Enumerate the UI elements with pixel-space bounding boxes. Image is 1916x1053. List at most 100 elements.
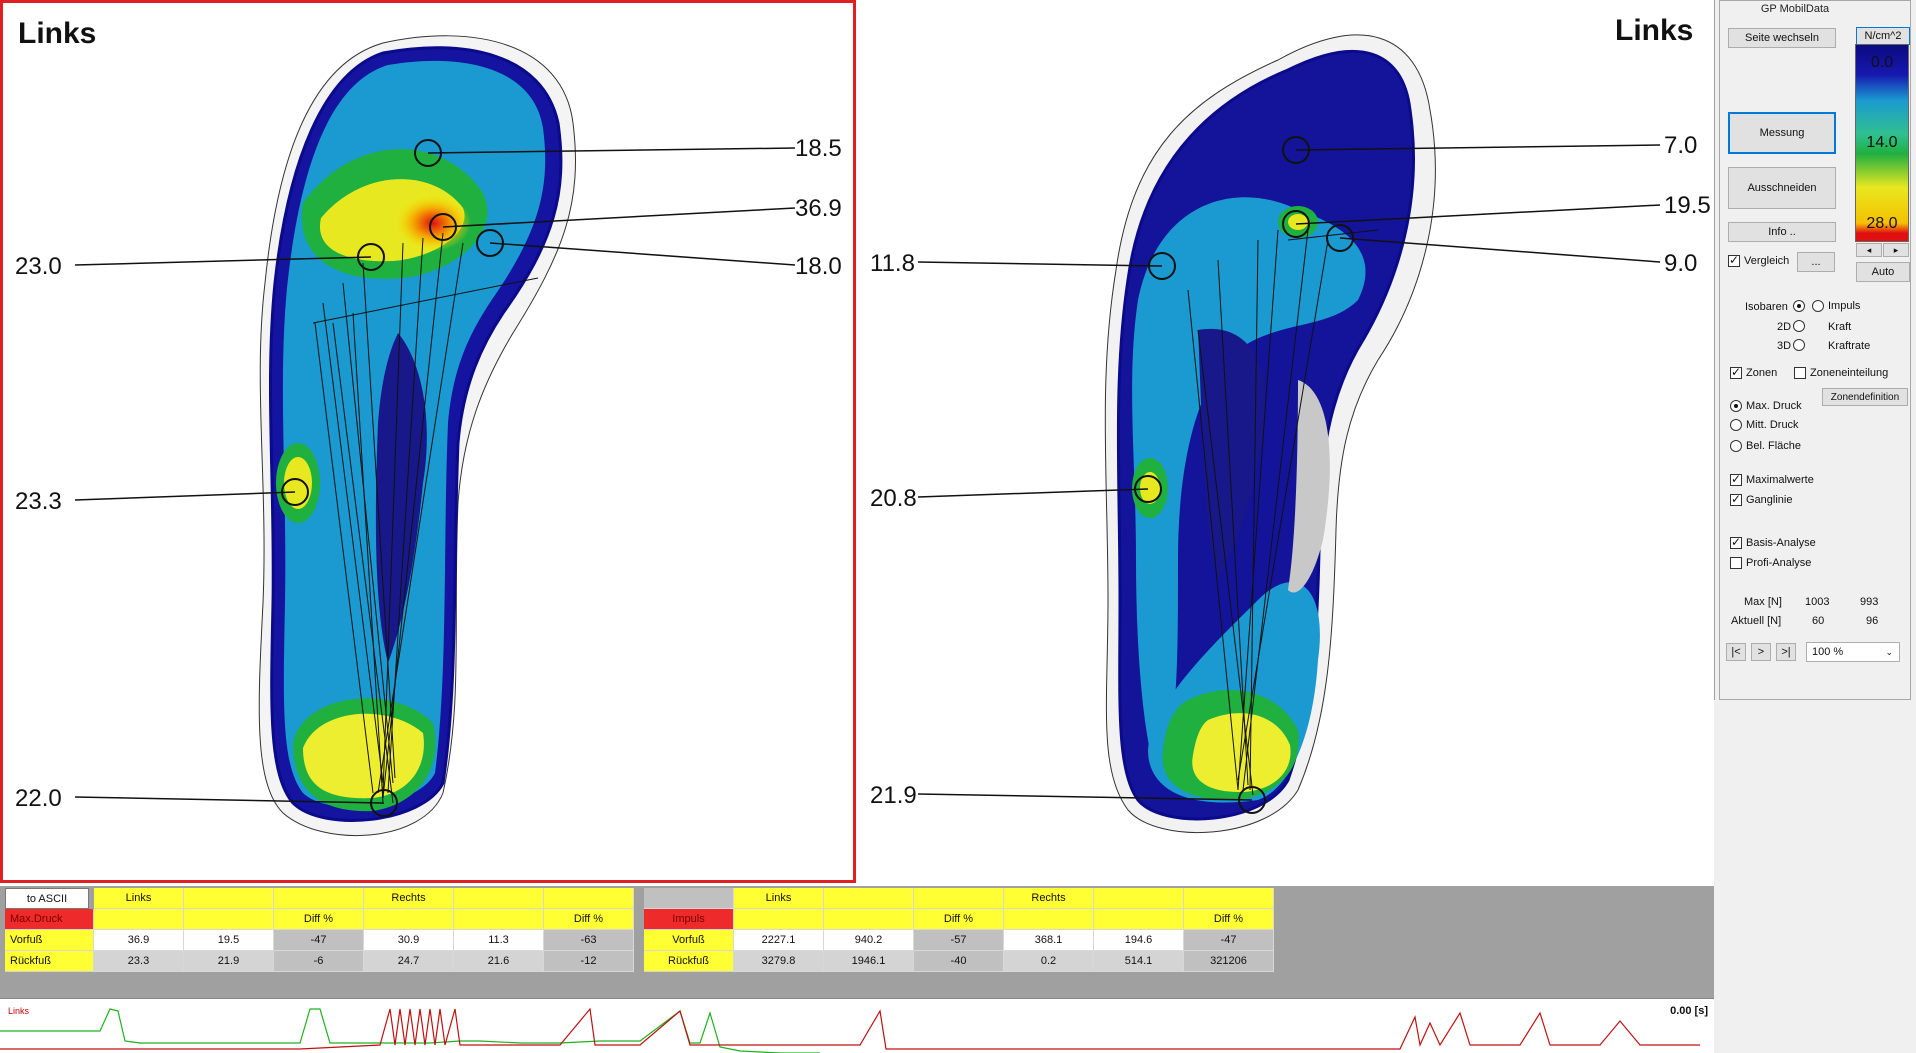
auto-button[interactable]: Auto bbox=[1856, 262, 1910, 282]
basis-analyse-checkbox[interactable]: Basis-Analyse bbox=[1730, 535, 1816, 549]
maximalwerte-checkbox[interactable]: Maximalwerte bbox=[1730, 472, 1814, 486]
nav-first-button[interactable]: |< bbox=[1726, 643, 1746, 661]
vergleich-more-button[interactable]: ... bbox=[1797, 252, 1835, 272]
right-pressure-map bbox=[917, 34, 1661, 833]
scale-left-button[interactable]: ◂ bbox=[1856, 243, 1882, 257]
t1-header-blank3 bbox=[454, 888, 544, 909]
t2-cell: 940.2 bbox=[824, 930, 914, 951]
basis-analyse-label: Basis-Analyse bbox=[1746, 537, 1816, 549]
zonendefinition-button[interactable]: Zonendefinition bbox=[1822, 388, 1908, 406]
right-foot-panel[interactable]: Links 7.0 19.5 9.0 11.8 20.8 21.9 bbox=[858, 0, 1714, 883]
profi-analyse-checkbox-box[interactable] bbox=[1730, 557, 1742, 569]
t2-cell: 514.1 bbox=[1094, 951, 1184, 972]
t2-header-links: Links bbox=[734, 888, 824, 909]
ausschneiden-button[interactable]: Ausschneiden bbox=[1728, 167, 1836, 209]
ganglinie-checkbox[interactable]: Ganglinie bbox=[1730, 492, 1793, 506]
t1-header-blank2 bbox=[274, 888, 364, 909]
t2-header-blank4 bbox=[1184, 888, 1274, 909]
t2-metric-blank3 bbox=[1004, 909, 1094, 930]
3d-radio[interactable] bbox=[1793, 339, 1809, 351]
right-label-midfoot: 20.8 bbox=[870, 485, 917, 512]
max-druck-radio[interactable]: Max. Druck bbox=[1730, 400, 1802, 412]
t2-header-blank1 bbox=[824, 888, 914, 909]
left-label-toe: 18.5 bbox=[795, 135, 842, 162]
t2-header-blank3 bbox=[1094, 888, 1184, 909]
to-ascii-button[interactable]: to ASCII bbox=[5, 888, 89, 909]
right-label-meta5: 9.0 bbox=[1664, 250, 1698, 277]
t1-cell-diff: -12 bbox=[544, 951, 634, 972]
force-timeline[interactable]: Links 0.00 [s] bbox=[0, 998, 1714, 1053]
basis-analyse-checkbox-box[interactable] bbox=[1730, 535, 1742, 549]
2d-radio-circle[interactable] bbox=[1793, 320, 1805, 332]
zonen-checkbox-box[interactable] bbox=[1730, 365, 1742, 379]
t2-cell: 3279.8 bbox=[734, 951, 824, 972]
bel-flaeche-radio[interactable]: Bel. Fläche bbox=[1730, 440, 1801, 452]
right-label-heel: 21.9 bbox=[870, 782, 917, 809]
zoneneinteilung-checkbox[interactable]: Zoneneinteilung bbox=[1794, 367, 1888, 379]
max-n-label: Max [N] bbox=[1744, 596, 1782, 608]
3d-radio-circle[interactable] bbox=[1793, 339, 1805, 351]
profi-analyse-checkbox[interactable]: Profi-Analyse bbox=[1730, 557, 1811, 569]
left-label-heel: 22.0 bbox=[15, 785, 62, 812]
maximalwerte-checkbox-box[interactable] bbox=[1730, 472, 1742, 486]
t1-metric-label: Max.Druck bbox=[5, 909, 94, 930]
t1-cell-diff: -47 bbox=[274, 930, 364, 951]
isobaren-radio[interactable] bbox=[1793, 300, 1809, 312]
seite-wechseln-button[interactable]: Seite wechseln bbox=[1728, 28, 1836, 48]
t1-row-label: Rückfuß bbox=[5, 951, 94, 972]
t1-header-blank4 bbox=[544, 888, 634, 909]
t2-cell: 2227.1 bbox=[734, 930, 824, 951]
t1-cell: 21.6 bbox=[454, 951, 544, 972]
max-n-value-1: 1003 bbox=[1805, 596, 1830, 608]
2d-radio[interactable] bbox=[1793, 320, 1809, 332]
aktuell-n-value-1: 60 bbox=[1812, 615, 1825, 627]
mitt-druck-radio-circle[interactable] bbox=[1730, 419, 1742, 431]
mitt-druck-radio[interactable]: Mitt. Druck bbox=[1730, 419, 1799, 431]
bel-flaeche-radio-circle[interactable] bbox=[1730, 440, 1742, 452]
right-label-toe: 7.0 bbox=[1664, 132, 1698, 159]
ganglinie-label: Ganglinie bbox=[1746, 494, 1793, 506]
zonen-label: Zonen bbox=[1746, 367, 1778, 379]
3d-label: 3D bbox=[1777, 340, 1792, 352]
nav-last-button[interactable]: >| bbox=[1776, 643, 1796, 661]
t2-cell-diff: -47 bbox=[1184, 930, 1274, 951]
messung-button[interactable]: Messung bbox=[1728, 112, 1836, 154]
impuls-radio-circle[interactable] bbox=[1812, 300, 1824, 312]
info-button[interactable]: Info .. bbox=[1728, 222, 1836, 242]
timeline-graph bbox=[0, 1007, 1700, 1053]
ganglinie-checkbox-box[interactable] bbox=[1730, 492, 1742, 506]
isobaren-label: Isobaren bbox=[1745, 301, 1788, 313]
vergleich-checkbox-box[interactable] bbox=[1728, 253, 1740, 267]
scale-right-button[interactable]: ▸ bbox=[1883, 243, 1909, 257]
zoneneinteilung-checkbox-box[interactable] bbox=[1794, 367, 1806, 379]
vergleich-checkbox[interactable]: Vergleich bbox=[1728, 253, 1790, 267]
scale-label-bottom: 28.0 bbox=[1866, 215, 1898, 232]
t1-cell: 23.3 bbox=[94, 951, 184, 972]
t2-cell: 194.6 bbox=[1094, 930, 1184, 951]
chevron-down-icon: ⌄ bbox=[1885, 646, 1893, 657]
t2-metric-blank1 bbox=[734, 909, 824, 930]
zoom-select[interactable]: 100 % ⌄ bbox=[1806, 642, 1900, 662]
t2-cell-diff: 321206 bbox=[1184, 951, 1274, 972]
nav-next-button[interactable]: > bbox=[1751, 643, 1771, 661]
left-foot-panel[interactable]: Links 18.5 36.9 18.0 23.0 23.3 22.0 bbox=[0, 0, 856, 883]
t1-metric-blank1 bbox=[94, 909, 184, 930]
max-druck-radio-circle[interactable] bbox=[1730, 400, 1742, 412]
unit-button[interactable]: N/cm^2 bbox=[1856, 27, 1910, 45]
t2-header-rechts: Rechts bbox=[1004, 888, 1094, 909]
isobaren-radio-circle[interactable] bbox=[1793, 300, 1805, 312]
left-label-medial: 23.0 bbox=[15, 253, 62, 280]
profi-analyse-label: Profi-Analyse bbox=[1746, 557, 1812, 569]
zonen-checkbox[interactable]: Zonen bbox=[1730, 365, 1778, 379]
t1-cell: 19.5 bbox=[184, 930, 274, 951]
2d-label: 2D bbox=[1777, 321, 1792, 333]
zoneneinteilung-label: Zoneneinteilung bbox=[1810, 367, 1889, 379]
t1-cell-diff: -63 bbox=[544, 930, 634, 951]
impuls-radio[interactable]: Impuls bbox=[1812, 300, 1860, 312]
kraftrate-label: Kraftrate bbox=[1828, 340, 1871, 352]
left-label-meta1: 36.9 bbox=[795, 195, 842, 222]
maximalwerte-label: Maximalwerte bbox=[1746, 474, 1814, 486]
t2-cell: 368.1 bbox=[1004, 930, 1094, 951]
t2-diff-header-1: Diff % bbox=[914, 909, 1004, 930]
vergleich-label: Vergleich bbox=[1744, 255, 1790, 267]
